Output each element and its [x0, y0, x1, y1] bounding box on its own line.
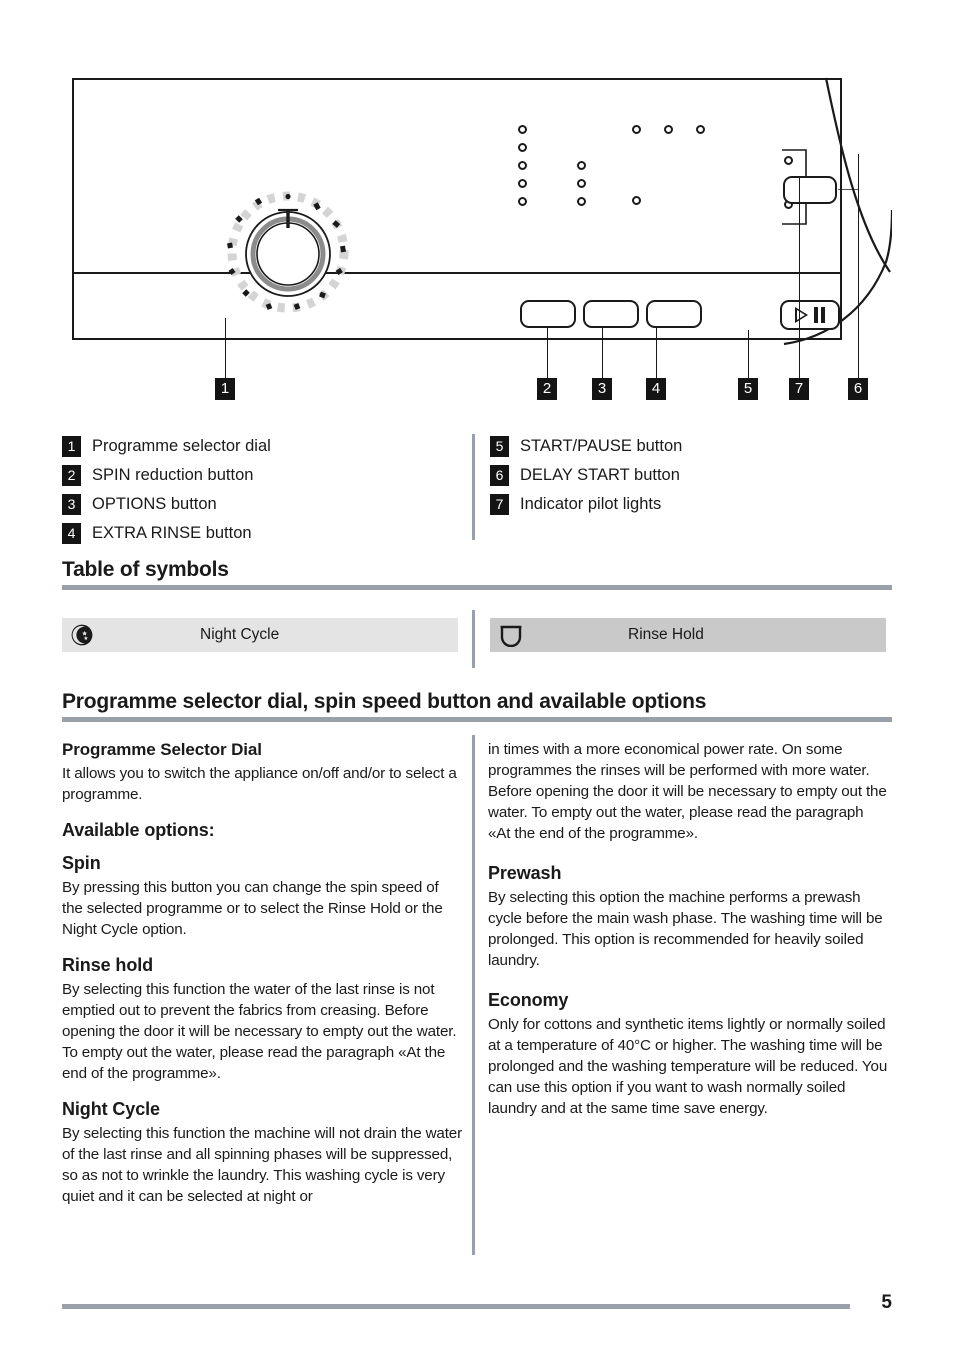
paragraph-spin: By pressing this button you can change t… — [62, 878, 443, 938]
heading-programme-selector-dial: Programme Selector Dial — [62, 740, 262, 759]
symbol-row-night-cycle: Night Cycle — [62, 618, 458, 652]
symbols-divider — [472, 610, 475, 668]
symbols-table: Night Cycle Rinse Hold — [62, 610, 892, 676]
legend-label: DELAY START button — [520, 466, 680, 484]
legend-column-right: 5 START/PAUSE button 6 DELAY START butto… — [490, 432, 890, 519]
rinse-hold-basin-icon — [500, 625, 522, 647]
programme-selector-dial[interactable] — [222, 186, 354, 318]
callout-chip-3: 3 — [592, 378, 612, 400]
legend-item-extra-rinse-button: 4 EXTRA RINSE button — [62, 519, 462, 548]
legend-label: START/PAUSE button — [520, 437, 683, 455]
legend-label: EXTRA RINSE button — [92, 524, 252, 542]
footer-rule — [62, 1304, 850, 1309]
indicator-led — [632, 196, 641, 205]
night-cycle-icon-cell — [62, 618, 190, 652]
legend-column-left: 1 Programme selector dial 2 SPIN reducti… — [62, 432, 462, 548]
legend-number: 6 — [490, 465, 509, 486]
legend-label: OPTIONS button — [92, 495, 217, 513]
indicator-led — [577, 197, 586, 206]
start-pause-button[interactable] — [780, 300, 840, 330]
legend-item-programme-selector-dial: 1 Programme selector dial — [62, 432, 462, 461]
paragraph-night-cycle: By selecting this function the machine w… — [62, 1124, 462, 1205]
indicator-led — [518, 143, 527, 152]
legend-divider — [472, 434, 475, 540]
paragraph-rinse-hold: By selecting this function the water of … — [62, 980, 457, 1082]
legend-number: 3 — [62, 494, 81, 515]
leader-line-6 — [858, 154, 859, 396]
paragraph-night-cycle-continued: in times with a more economical power ra… — [488, 741, 887, 842]
callout-chip-2: 2 — [537, 378, 557, 400]
page-footer: 5 — [62, 1292, 892, 1328]
symbol-label: Night Cycle — [190, 618, 458, 652]
indicator-led — [632, 125, 641, 134]
page-number: 5 — [881, 1292, 892, 1313]
heading-rinse-hold: Rinse hold — [62, 954, 154, 975]
legend-number: 1 — [62, 436, 81, 457]
legend-label: Indicator pilot lights — [520, 495, 662, 513]
extra-rinse-button[interactable] — [646, 300, 702, 328]
legend-item-delay-start-button: 6 DELAY START button — [490, 461, 890, 490]
paragraph-economy: Only for cottons and synthetic items lig… — [488, 1015, 888, 1117]
legend-number: 2 — [62, 465, 81, 486]
control-panel-diagram — [62, 68, 892, 398]
legend-item-indicator-pilot-lights: 7 Indicator pilot lights — [490, 490, 890, 519]
body-column-left: Programme Selector Dial It allows you to… — [62, 740, 462, 1208]
heading-economy: Economy — [488, 989, 569, 1010]
legend-item-spin-reduction-button: 2 SPIN reduction button — [62, 461, 462, 490]
play-icon — [795, 307, 808, 323]
delay-start-leader-connector — [838, 189, 858, 190]
indicator-led — [577, 161, 586, 170]
indicator-led — [518, 161, 527, 170]
spin-reduction-button[interactable] — [520, 300, 576, 328]
manual-page: 1 2 3 4 5 7 6 1 Programme selector dial … — [0, 0, 954, 1352]
callout-chip-1: 1 — [215, 378, 235, 400]
callout-chip-5: 5 — [738, 378, 758, 400]
indicator-led — [518, 179, 527, 188]
legend-item-options-button: 3 OPTIONS button — [62, 490, 462, 519]
legend-item-start-pause-button: 5 START/PAUSE button — [490, 432, 890, 461]
legend-number: 7 — [490, 494, 509, 515]
options-button[interactable] — [583, 300, 639, 328]
heading-night-cycle: Night Cycle — [62, 1098, 160, 1119]
control-panel-divider — [72, 272, 842, 274]
legend-label: Programme selector dial — [92, 437, 271, 455]
callout-chip-7: 7 — [789, 378, 809, 400]
heading-prewash: Prewash — [488, 862, 562, 883]
night-cycle-moon-stars-icon — [71, 624, 93, 646]
body-columns: Programme Selector Dial It allows you to… — [62, 735, 892, 1260]
legend-number: 5 — [490, 436, 509, 457]
indicator-led — [518, 197, 527, 206]
indicator-led — [664, 125, 673, 134]
section-title: Programme selector dial, spin speed butt… — [62, 690, 707, 713]
rinse-hold-icon-cell — [490, 618, 618, 652]
column-divider — [472, 735, 475, 1255]
legend: 1 Programme selector dial 2 SPIN reducti… — [62, 432, 892, 544]
indicator-led — [577, 179, 586, 188]
body-column-right: in times with a more economical power ra… — [488, 740, 888, 1120]
control-panel-body — [72, 78, 842, 340]
heading-spin: Spin — [62, 852, 101, 873]
legend-number: 4 — [62, 523, 81, 544]
indicator-led — [518, 125, 527, 134]
paragraph-programme-selector-dial: It allows you to switch the appliance on… — [62, 765, 457, 803]
legend-label: SPIN reduction button — [92, 466, 254, 484]
indicator-led — [696, 125, 705, 134]
section-title: Table of symbols — [62, 558, 229, 581]
heading-rule — [62, 717, 892, 722]
symbol-row-rinse-hold: Rinse Hold — [490, 618, 886, 652]
options-section-heading: Programme selector dial, spin speed butt… — [62, 690, 892, 722]
symbol-label: Rinse Hold — [618, 618, 886, 652]
leader-line-7 — [799, 178, 800, 396]
callout-chip-4: 4 — [646, 378, 666, 400]
paragraph-prewash: By selecting this option the machine per… — [488, 888, 883, 969]
pause-icon — [814, 307, 825, 323]
table-of-symbols-heading: Table of symbols — [62, 558, 892, 590]
callout-chip-6: 6 — [848, 378, 868, 400]
heading-rule — [62, 585, 892, 590]
heading-available-options: Available options: — [62, 819, 215, 840]
